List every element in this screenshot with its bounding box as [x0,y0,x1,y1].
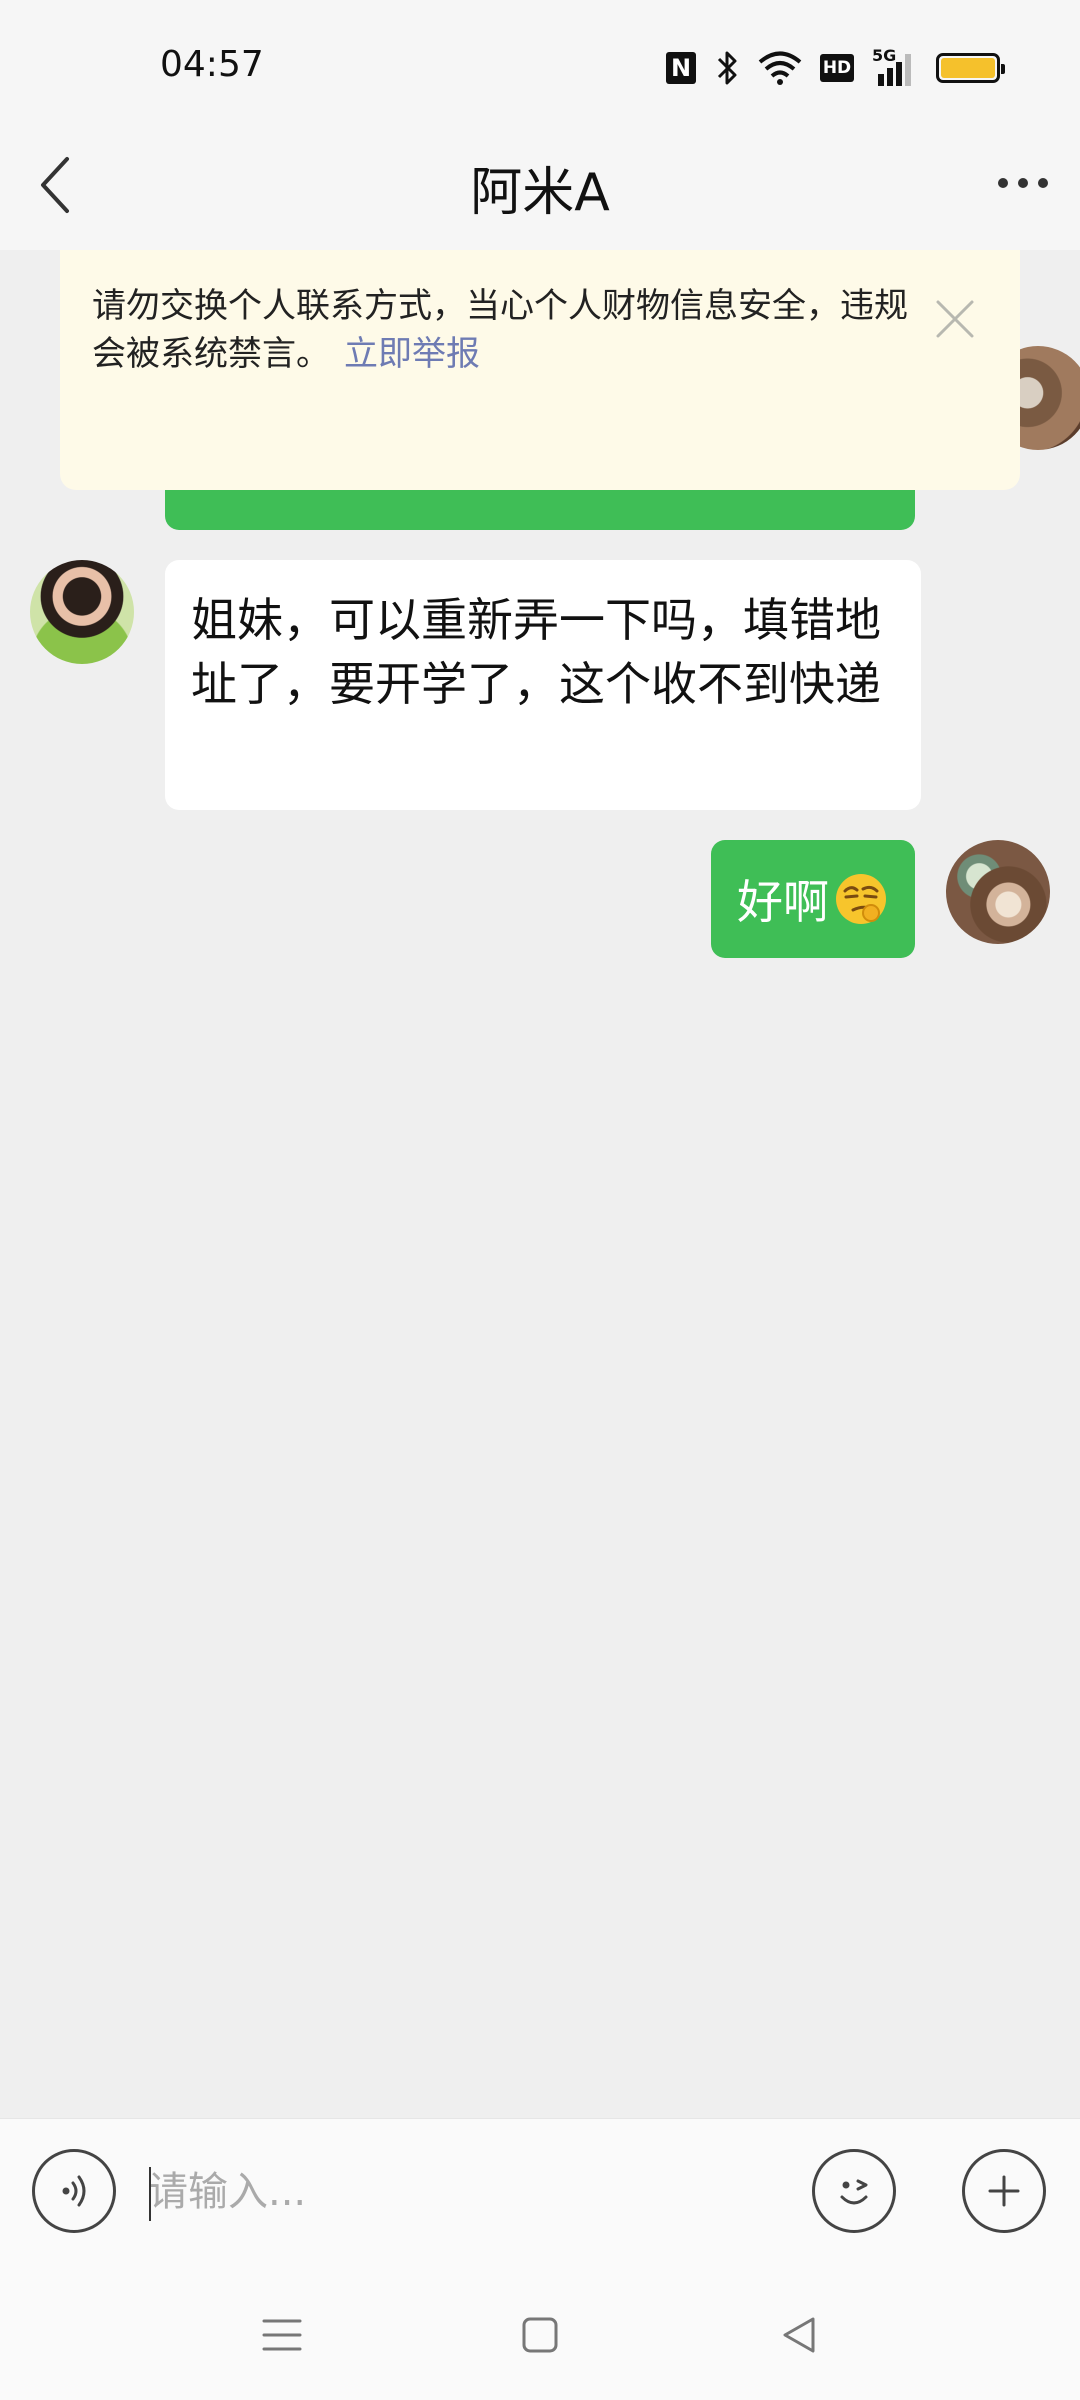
notice-text: 请勿交换个人联系方式，当心个人财物信息安全，违规会被系统禁言。 立即举报 [92,282,912,378]
battery-icon [936,53,1005,83]
menu-nav-button[interactable] [247,2300,317,2370]
back-triangle-icon [783,2317,815,2353]
message-text: 姐妹，可以重新弄一下吗，填错地址了，要开学了，这个收不到快递 [191,593,881,711]
menu-icon [262,2319,302,2351]
text-cursor [149,2167,151,2221]
home-square-icon [522,2317,558,2353]
home-nav-button[interactable] [505,2300,575,2370]
self-avatar[interactable] [946,840,1050,944]
status-time: 04:57 [160,44,264,85]
battery-fill [941,58,995,78]
plus-icon [988,2175,1020,2207]
message-text: 好啊 [737,875,829,929]
chat-header: 阿米A [0,120,1080,250]
more-dots-icon [998,178,1048,188]
report-link[interactable]: 立即举报 [344,334,480,374]
message-bubble-self[interactable]: 好啊 [711,840,915,958]
nfc-icon: N [666,52,696,84]
message-bubble-other[interactable]: 姐妹，可以重新弄一下吗，填错地址了，要开学了，这个收不到快递 [165,560,921,810]
contact-avatar[interactable] [30,560,134,664]
message-input[interactable] [148,2147,788,2237]
notice-close-button[interactable] [930,294,980,344]
wifi-icon [758,51,802,85]
system-nav-bar [0,2270,1080,2400]
hd-icon: HD [820,54,854,82]
status-icons: N HD 5G [666,46,1005,88]
smirk-emoji-icon [836,874,886,924]
battery-nub [1001,64,1005,74]
input-bar [0,2118,1080,2270]
close-icon [936,300,974,338]
safety-notice-banner: 请勿交换个人联系方式，当心个人财物信息安全，违规会被系统禁言。 立即举报 [60,250,1020,490]
plus-button[interactable] [962,2149,1046,2233]
emoji-button[interactable] [812,2149,896,2233]
emoji-face-icon [840,2179,868,2205]
bluetooth-icon [717,51,737,85]
back-nav-button[interactable] [764,2300,834,2370]
chat-title: 阿米A [470,163,610,223]
voice-icon [62,2175,86,2207]
signal-icon: 5G [872,46,918,86]
notice-message: 请勿交换个人联系方式，当心个人财物信息安全，违规会被系统禁言。 [92,286,908,374]
more-button[interactable] [988,148,1058,218]
status-bar: 04:57 N HD 5G [0,0,1080,120]
voice-button[interactable] [32,2149,116,2233]
